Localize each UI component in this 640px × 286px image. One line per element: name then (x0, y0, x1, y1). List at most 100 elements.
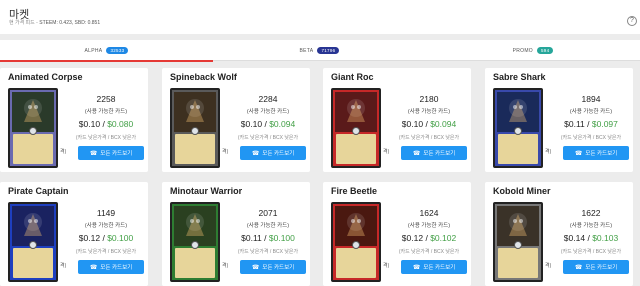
card-image[interactable] (493, 202, 543, 282)
view-all-cards-button[interactable]: ☎ 모든 카드보기 (78, 260, 144, 274)
card-price: $0.14 / $0.103 (563, 233, 619, 243)
active-tab-indicator (0, 60, 213, 62)
tab-label: ALPHA (84, 47, 103, 54)
available-label: (사용 가능한 카드) (569, 109, 613, 115)
view-all-cards-button[interactable]: ☎ 모든 카드보기 (563, 146, 629, 160)
card-name[interactable]: Sabre Shark (493, 72, 546, 82)
sbd-price: SBD: 0.851 (74, 20, 101, 26)
price-label-cut: 격) (60, 149, 67, 155)
button-label: 모든 카드보기 (423, 265, 456, 271)
card-text-box (498, 134, 538, 164)
low-price: $0.11 (241, 233, 262, 243)
price-label-cut: 격) (545, 149, 552, 155)
level-orb-icon (352, 127, 360, 135)
available-label: (사용 가능한 카드) (569, 223, 613, 229)
card-image[interactable] (8, 88, 58, 168)
tab-beta[interactable]: BETA 71796 (213, 40, 426, 61)
card-name[interactable]: Giant Roc (331, 72, 374, 82)
card-count: 1624 (419, 208, 439, 218)
card-listing[interactable]: Minotaur Warrior 2071 (사용 가능한 카드) $0.11 … (162, 182, 310, 286)
available-label: (사용 가능한 카드) (407, 109, 451, 115)
card-listing[interactable]: Giant Roc 2180 (사용 가능한 카드) $0.10 / $0.09… (323, 68, 471, 172)
bcx-price: $0.080 (107, 119, 134, 129)
card-name[interactable]: Minotaur Warrior (170, 186, 242, 196)
tab-alpha[interactable]: ALPHA 32533 (0, 40, 213, 62)
card-listing[interactable]: Spineback Wolf 2284 (사용 가능한 카드) $0.10 / … (162, 68, 310, 172)
level-orb-icon (29, 127, 37, 135)
monster-icon (347, 99, 365, 122)
card-listing[interactable]: Sabre Shark 1894 (사용 가능한 카드) $0.11 / $0.… (485, 68, 633, 172)
shop-icon: ☎ (89, 264, 98, 271)
card-image[interactable] (8, 202, 58, 282)
available-label: (사용 가능한 카드) (407, 223, 451, 229)
card-listing[interactable]: Kobold Miner 1622 (사용 가능한 카드) $0.14 / $0… (485, 182, 633, 286)
bcx-price: $0.097 (591, 119, 618, 129)
card-name[interactable]: Animated Corpse (8, 72, 83, 82)
card-price: $0.11 / $0.097 (564, 119, 618, 129)
card-name[interactable]: Kobold Miner (493, 186, 551, 196)
card-text-box (175, 248, 215, 278)
button-label: 모든 카드보기 (262, 265, 295, 271)
monster-icon (509, 213, 527, 236)
card-listing[interactable]: Animated Corpse 2258 (사용 가능한 카드) $0.10 /… (0, 68, 148, 172)
available-label: (사용 가능한 카드) (246, 109, 290, 115)
price-label-cut: 격) (383, 263, 390, 269)
low-price: $0.10 (78, 119, 101, 129)
low-price: $0.10 (240, 119, 263, 129)
shop-icon: ☎ (251, 150, 260, 157)
card-image[interactable] (331, 202, 381, 282)
price-label: (카드 낮은가격 / BCX 낮은가 (398, 135, 460, 141)
view-all-cards-button[interactable]: ☎ 모든 카드보기 (401, 146, 467, 160)
card-image[interactable] (493, 88, 543, 168)
card-image[interactable] (331, 88, 381, 168)
card-text-box (336, 248, 376, 278)
button-label: 모든 카드보기 (423, 151, 456, 157)
available-label: (사용 가능한 카드) (84, 109, 128, 115)
price-label: (카드 낮은가격 / BCX 낮은가 (237, 135, 299, 141)
available-label: (사용 가능한 카드) (246, 223, 290, 229)
card-listing[interactable]: Pirate Captain 1149 (사용 가능한 카드) $0.12 / … (0, 182, 148, 286)
card-image[interactable] (170, 202, 220, 282)
card-price: $0.10 / $0.094 (240, 119, 296, 129)
help-icon[interactable]: ? (627, 16, 637, 26)
card-price: $0.12 / $0.102 (401, 233, 457, 243)
card-text-box (13, 248, 53, 278)
level-orb-icon (29, 241, 37, 249)
card-count: 1149 (96, 208, 116, 218)
view-all-cards-button[interactable]: ☎ 모든 카드보기 (563, 260, 629, 274)
edition-tabs: ALPHA 32533 BETA 71796 PROMO 594 (0, 40, 640, 62)
view-all-cards-button[interactable]: ☎ 모든 카드보기 (240, 260, 306, 274)
view-all-cards-button[interactable]: ☎ 모든 카드보기 (78, 146, 144, 160)
bcx-price: $0.103 (592, 233, 619, 243)
steem-price: STEEM: 0.423, (39, 20, 74, 26)
card-count: 1894 (581, 94, 601, 104)
button-label: 모든 카드보기 (100, 265, 133, 271)
price-feed-prefix: 현 가격 피드 - (9, 20, 38, 26)
card-image[interactable] (170, 88, 220, 168)
monster-icon (186, 99, 204, 122)
level-orb-icon (514, 241, 522, 249)
price-label: (카드 낮은가격 / BCX 낮은가 (560, 135, 622, 141)
low-price: $0.10 (401, 119, 424, 129)
card-name[interactable]: Spineback Wolf (170, 72, 237, 82)
monster-icon (24, 213, 42, 236)
tab-promo[interactable]: PROMO 594 (426, 40, 640, 61)
count-badge: 71796 (317, 47, 340, 54)
card-text-box (175, 134, 215, 164)
card-listing[interactable]: Fire Beetle 1624 (사용 가능한 카드) $0.12 / $0.… (323, 182, 471, 286)
card-count: 1622 (581, 208, 601, 218)
view-all-cards-button[interactable]: ☎ 모든 카드보기 (401, 260, 467, 274)
monster-icon (186, 213, 204, 236)
bcx-price: $0.094 (430, 119, 457, 129)
shop-icon: ☎ (412, 264, 421, 271)
level-orb-icon (352, 241, 360, 249)
shop-icon: ☎ (412, 150, 421, 157)
card-name[interactable]: Fire Beetle (331, 186, 377, 196)
count-badge: 32533 (106, 47, 129, 54)
card-text-box (13, 134, 53, 164)
card-count: 2258 (96, 94, 116, 104)
view-all-cards-button[interactable]: ☎ 모든 카드보기 (240, 146, 306, 160)
card-price: $0.11 / $0.100 (241, 233, 295, 243)
page-header: 마켓 현 가격 피드 - STEEM: 0.423, SBD: 0.851 ? (0, 0, 640, 34)
card-name[interactable]: Pirate Captain (8, 186, 69, 196)
